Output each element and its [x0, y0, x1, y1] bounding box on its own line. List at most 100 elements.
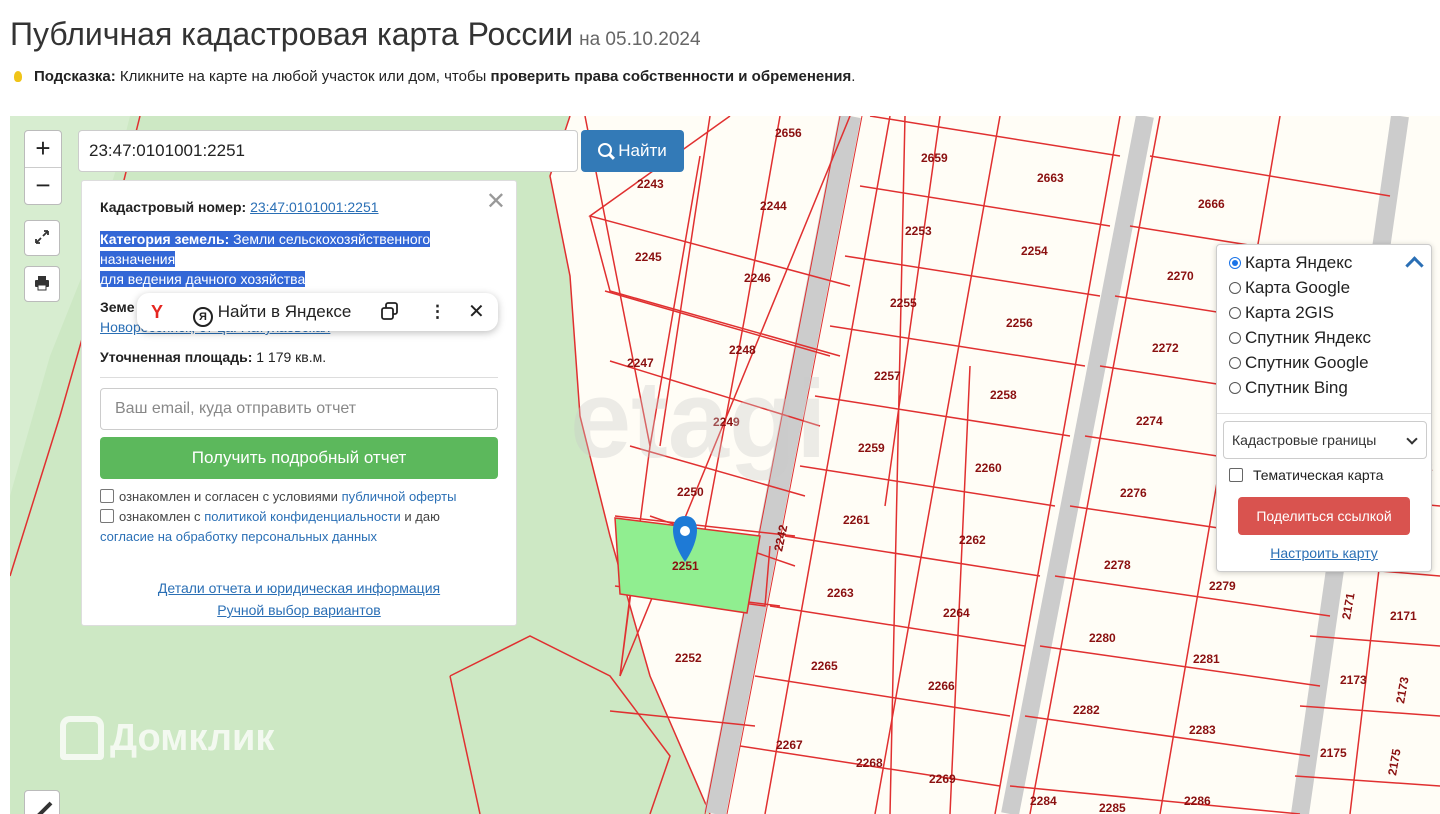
zoom-out-button[interactable]: − [25, 167, 61, 204]
consent-checks: ознакомлен и согласен с условиями публич… [100, 487, 498, 547]
draw-button[interactable] [24, 790, 60, 814]
find-in-yandex-label: Найти в Яндексе [217, 302, 352, 321]
radio-icon[interactable] [1229, 257, 1241, 269]
zoom-in-button[interactable]: + [25, 131, 61, 167]
plot-label: 2246 [744, 271, 771, 285]
plot-label: 2259 [858, 441, 885, 455]
divider [100, 377, 498, 378]
close-popup-icon[interactable]: ✕ [468, 293, 485, 331]
share-link-button[interactable]: Поделиться ссылкой [1238, 497, 1410, 535]
plot-label: 2274 [1136, 414, 1163, 428]
privacy-text: ознакомлен с [119, 509, 201, 524]
layer-option-yandex-map[interactable]: Карта Яндекс [1229, 251, 1352, 275]
copy-icon[interactable] [381, 293, 399, 331]
land-label: Земе [100, 299, 135, 315]
map-layers-panel: Карта Яндекс Карта Google Карта 2GIS Спу… [1216, 244, 1432, 572]
offer-checkbox[interactable] [100, 489, 114, 503]
configure-map-link[interactable]: Настроить карту [1217, 545, 1431, 561]
area-label: Уточненная площадь: [100, 349, 253, 365]
radio-icon[interactable] [1229, 357, 1241, 369]
page-date: на 05.10.2024 [579, 29, 701, 50]
plot-label: 2281 [1193, 652, 1220, 666]
layer-label: Карта Google [1245, 278, 1351, 297]
details-link[interactable]: Детали отчета и юридическая информация [158, 580, 440, 596]
close-icon[interactable]: ✕ [486, 187, 506, 216]
category-value-1: Земли сельскохозяйственного [233, 231, 431, 247]
plot-label: 2656 [775, 126, 802, 140]
layer-option-google-satellite[interactable]: Спутник Google [1229, 351, 1369, 375]
plot-label: 2261 [843, 513, 870, 527]
layer-option-2gis-map[interactable]: Карта 2GIS [1229, 301, 1334, 325]
radio-icon[interactable] [1229, 382, 1241, 394]
plot-label: 2175 [1320, 746, 1347, 760]
thematic-map-toggle[interactable]: Тематическая карта [1229, 465, 1383, 485]
layer-option-yandex-satellite[interactable]: Спутник Яндекс [1229, 326, 1371, 350]
layer-label: Карта 2GIS [1245, 303, 1334, 322]
yandex-icon: Я [193, 307, 213, 327]
offer-text: ознакомлен и согласен с условиями [119, 489, 338, 504]
privacy-consent: ознакомлен с политикой конфиденциальност… [100, 507, 498, 547]
lightbulb-icon [14, 71, 22, 82]
land-category-row: Категория земель: Земли сельскохозяйстве… [100, 229, 498, 289]
cadastral-search-input[interactable] [78, 130, 578, 172]
plot-label: 2260 [975, 461, 1002, 475]
find-in-yandex-button[interactable]: Я Найти в Яндексе [193, 293, 351, 331]
plot-label: 2243 [637, 177, 664, 191]
plot-label: 2257 [874, 369, 901, 383]
hint-end: . [851, 68, 856, 85]
plot-label: 2254 [1021, 244, 1048, 258]
plot-label: 2263 [827, 586, 854, 600]
personal-data-link[interactable]: согласие на обработку персональных данны… [100, 529, 377, 544]
chevron-up-icon[interactable] [1405, 256, 1424, 275]
plot-label: 2258 [990, 388, 1017, 402]
plot-label: 2267 [776, 738, 803, 752]
layer-option-google-map[interactable]: Карта Google [1229, 276, 1350, 300]
yandex-browser-icon[interactable]: Y [151, 293, 163, 331]
cadastral-map[interactable]: 2656 2659 2663 2243 2244 2253 2254 2666 … [10, 116, 1440, 814]
search-icon [598, 143, 613, 157]
plot-label: 2276 [1120, 486, 1147, 500]
fullscreen-button[interactable] [24, 220, 60, 256]
privacy-checkbox[interactable] [100, 509, 114, 523]
plot-label: 2663 [1037, 171, 1064, 185]
report-links: Детали отчета и юридическая информация Р… [100, 577, 498, 621]
ruler-icon [37, 801, 53, 814]
cadastral-number-row: Кадастровый номер: 23:47:0101001:2251 [100, 197, 498, 217]
plot-label: 2272 [1152, 341, 1179, 355]
print-button[interactable] [24, 266, 60, 302]
plot-label: 2175 [1385, 747, 1403, 776]
page-title: Публичная кадастровая карта России на 05.… [10, 16, 701, 53]
plot-label: 2280 [1089, 631, 1116, 645]
plot-label: 2269 [929, 772, 956, 786]
more-icon[interactable]: ⋮ [429, 293, 446, 331]
thematic-checkbox[interactable] [1229, 468, 1243, 482]
plot-label: 2268 [856, 756, 883, 770]
cadastral-number-link[interactable]: 23:47:0101001:2251 [250, 199, 378, 215]
boundaries-select[interactable]: Кадастровые границы [1223, 421, 1427, 459]
hint-bold-text: проверить права собственности и обремене… [490, 68, 852, 85]
layer-label: Карта Яндекс [1245, 253, 1353, 272]
layer-option-bing-satellite[interactable]: Спутник Bing [1229, 376, 1348, 400]
radio-icon[interactable] [1229, 332, 1241, 344]
email-input[interactable]: Ваш email, куда отправить отчет [100, 388, 498, 430]
manual-select-link[interactable]: Ручной выбор вариантов [217, 602, 381, 618]
privacy-link[interactable]: политикой конфиденциальности [204, 509, 401, 524]
radio-icon[interactable] [1229, 307, 1241, 319]
plot-label: 2285 [1099, 801, 1126, 814]
plot-label: 2171 [1339, 591, 1357, 620]
plot-label: 2262 [959, 533, 986, 547]
hint-label: Подсказка: [34, 68, 116, 85]
plot-label: 2279 [1209, 579, 1236, 593]
plot-label: 2253 [905, 224, 932, 238]
find-button[interactable]: Найти [581, 130, 684, 172]
category-value-3: для ведения дачного хозяйства [100, 271, 306, 287]
plot-label: 2283 [1189, 723, 1216, 737]
get-report-button[interactable]: Получить подробный отчет [100, 437, 498, 479]
chevron-down-icon [1406, 433, 1418, 445]
domclick-text: Домклик [110, 717, 275, 759]
select-value: Кадастровые границы [1232, 432, 1377, 448]
offer-link[interactable]: публичной оферты [342, 489, 457, 504]
radio-icon[interactable] [1229, 282, 1241, 294]
plot-label: 2255 [890, 296, 917, 310]
plot-label: 2264 [943, 606, 970, 620]
